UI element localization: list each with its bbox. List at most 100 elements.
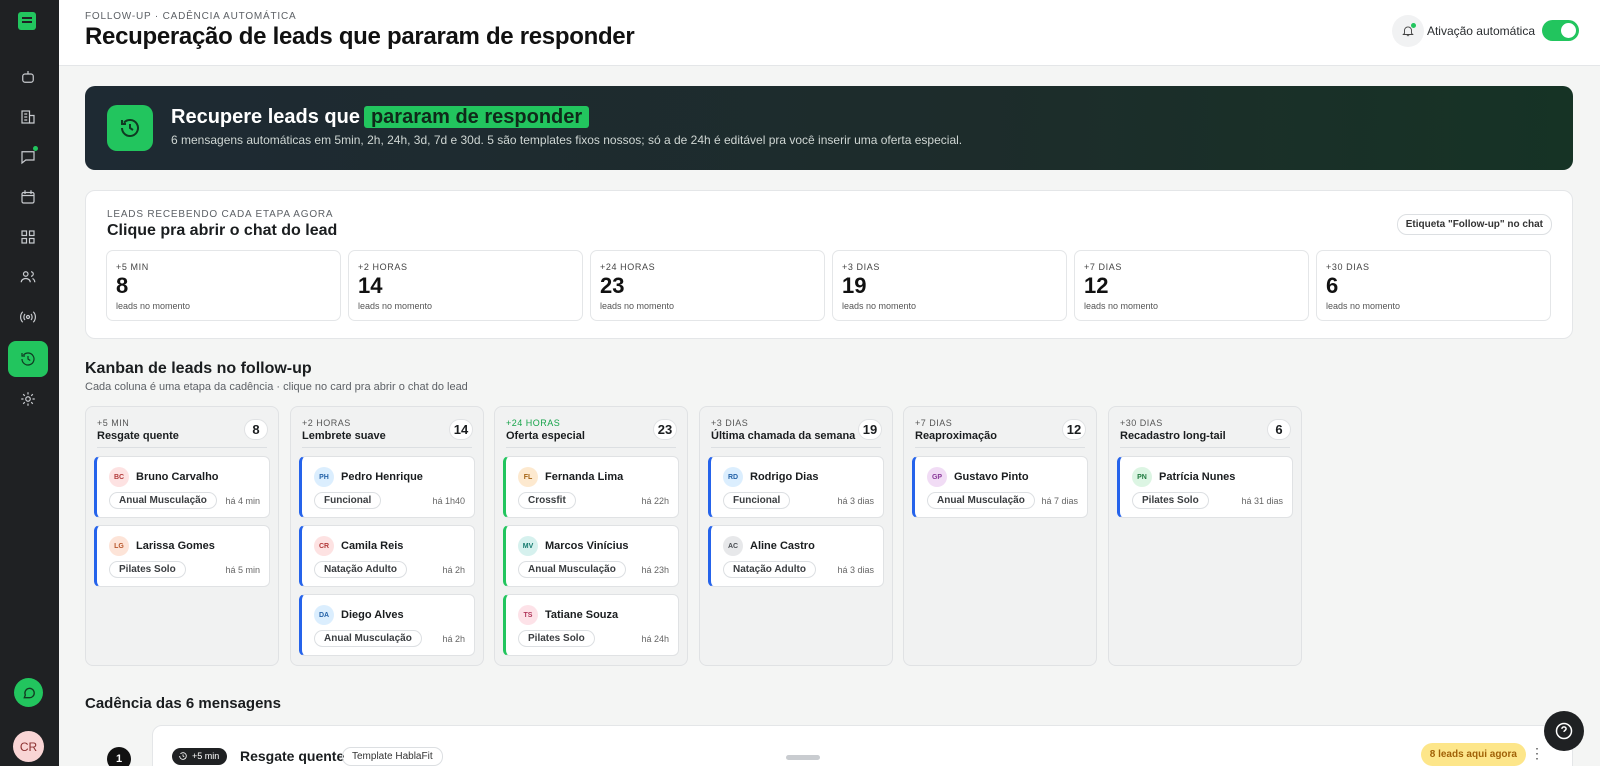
sidebar-item-bot[interactable]: [8, 59, 48, 95]
auto-activation-label: Ativação automática: [1426, 24, 1535, 38]
lead-card[interactable]: AC Aline Castro Natação Adulto há 3 dias: [708, 525, 884, 587]
lead-card[interactable]: GP Gustavo Pinto Anual Musculação há 7 dias: [912, 456, 1088, 518]
lead-time: há 2h: [442, 634, 465, 644]
stat-value: 19: [842, 273, 867, 298]
stage-stat[interactable]: +7 DIAS 12 leads no momento: [1074, 250, 1309, 321]
lead-avatar: PN: [1132, 467, 1152, 487]
lead-avatar: PH: [314, 467, 334, 487]
column-delay: +24 HORAS: [506, 418, 561, 428]
sidebar-item-grid[interactable]: [8, 219, 48, 255]
lead-plan-badge: Pilates Solo: [109, 561, 186, 578]
lead-card[interactable]: DA Diego Alves Anual Musculação há 2h: [299, 594, 475, 656]
lead-name: Aline Castro: [750, 540, 815, 552]
stat-caption: leads no momento: [1084, 301, 1159, 311]
sidebar-item-building[interactable]: [8, 99, 48, 135]
lead-avatar: TS: [518, 605, 538, 625]
lead-card[interactable]: MV Marcos Vinícius Anual Musculação há 23h: [503, 525, 679, 587]
stat-caption: leads no momento: [1326, 301, 1401, 311]
step-delay-label: +5 min: [192, 751, 220, 761]
column-delay: +30 DIAS: [1120, 418, 1163, 428]
more-options-icon[interactable]: ⋮: [1530, 745, 1544, 762]
lead-card[interactable]: BC Bruno Carvalho Anual Musculação há 4 min: [94, 456, 270, 518]
help-icon: [1555, 722, 1573, 740]
sidebar-item-users[interactable]: [8, 259, 48, 295]
cadence-title: Cadência das 6 mensagens: [85, 695, 281, 712]
lead-avatar: MV: [518, 536, 538, 556]
stat-label: +30 DIAS: [1326, 262, 1370, 272]
lead-plan-badge: Anual Musculação: [314, 630, 422, 647]
sidebar-item-broadcast[interactable]: [8, 299, 48, 335]
bot-icon: [22, 71, 34, 83]
follow-up-tag-chip[interactable]: Etiqueta "Follow-up" no chat: [1396, 214, 1552, 235]
column-divider: [915, 447, 1085, 448]
history-icon: [21, 352, 35, 366]
users-icon: [20, 271, 36, 283]
stat-label: +3 DIAS: [842, 262, 880, 272]
column-delay: +5 MIN: [97, 418, 130, 428]
lead-plan-badge: Anual Musculação: [518, 561, 626, 578]
lead-avatar: RD: [723, 467, 743, 487]
lead-plan-badge: Natação Adulto: [723, 561, 816, 578]
lead-card[interactable]: LG Larissa Gomes Pilates Solo há 5 min: [94, 525, 270, 587]
stat-value: 23: [600, 273, 625, 298]
user-avatar[interactable]: CR: [13, 731, 44, 762]
lead-name: Diego Alves: [341, 609, 404, 621]
column-count: 19: [858, 419, 882, 440]
stage-stat[interactable]: +5 MIN 8 leads no momento: [106, 250, 341, 321]
column-delay: +2 HORAS: [302, 418, 351, 428]
column-title: Última chamada da semana: [711, 430, 856, 442]
kanban-subtitle: Cada coluna é uma etapa da cadência · cl…: [85, 381, 468, 393]
kanban-column: +30 DIAS Recadastro long-tail 6 PN Patrícia …: [1108, 406, 1302, 666]
lead-card[interactable]: CR Camila Reis Natação Adulto há 2h: [299, 525, 475, 587]
step-number: 1: [107, 747, 131, 766]
history-icon: [179, 752, 187, 760]
stat-value: 14: [358, 273, 383, 298]
sidebar-item-settings[interactable]: [8, 381, 48, 417]
cadence-step-card[interactable]: +5 min Resgate quente Template HablaFit …: [152, 725, 1573, 766]
column-divider: [506, 447, 676, 448]
lead-avatar: LG: [109, 536, 129, 556]
stat-value: 12: [1084, 273, 1109, 298]
column-title: Lembrete suave: [302, 430, 386, 442]
stage-stat[interactable]: +24 HORAS 23 leads no momento: [590, 250, 825, 321]
lead-time: há 4 min: [225, 496, 260, 506]
lead-name: Larissa Gomes: [136, 540, 215, 552]
lead-plan-badge: Crossfit: [518, 492, 576, 509]
column-title: Oferta especial: [506, 430, 585, 442]
lead-card[interactable]: PN Patrícia Nunes Pilates Solo há 31 dias: [1117, 456, 1293, 518]
sidebar-item-chat[interactable]: [8, 139, 48, 175]
lead-plan-badge: Funcional: [723, 492, 791, 509]
leads-here-badge[interactable]: 8 leads aqui agora: [1420, 743, 1526, 766]
stage-stat[interactable]: +2 HORAS 14 leads no momento: [348, 250, 583, 321]
kanban-title: Kanban de leads no follow-up: [85, 360, 312, 377]
page-title: Recuperação de leads que pararam de resp…: [85, 23, 635, 50]
lead-card[interactable]: PH Pedro Henrique Funcional há 1h40: [299, 456, 475, 518]
lead-plan-badge: Funcional: [314, 492, 382, 509]
sidebar-item-follow-up[interactable]: [8, 341, 48, 377]
column-count: 12: [1062, 419, 1086, 440]
lead-card[interactable]: TS Tatiane Souza Pilates Solo há 24h: [503, 594, 679, 656]
logo-chat-icon[interactable]: [18, 12, 36, 30]
lead-card[interactable]: RD Rodrigo Dias Funcional há 3 dias: [708, 456, 884, 518]
lead-avatar: AC: [723, 536, 743, 556]
stage-stat[interactable]: +3 DIAS 19 leads no momento: [832, 250, 1067, 321]
notifications-button[interactable]: [1392, 15, 1424, 47]
column-count: 6: [1267, 419, 1291, 440]
lead-time: há 3 dias: [837, 565, 874, 575]
lead-name: Patrícia Nunes: [1159, 471, 1236, 483]
lead-card[interactable]: FL Fernanda Lima Crossfit há 22h: [503, 456, 679, 518]
history-icon: [107, 105, 153, 151]
column-count: 14: [449, 419, 473, 440]
sidebar-item-calendar[interactable]: [8, 179, 48, 215]
stage-stat[interactable]: +30 DIAS 6 leads no momento: [1316, 250, 1551, 321]
kanban-column: +3 DIAS Última chamada da semana 19 RD Rodri…: [699, 406, 893, 666]
auto-activation-toggle[interactable]: [1542, 20, 1579, 41]
help-button[interactable]: [1544, 711, 1584, 751]
lead-avatar: BC: [109, 467, 129, 487]
drag-handle[interactable]: [786, 755, 820, 760]
support-chat-button[interactable]: [14, 678, 43, 707]
banner-subtitle: 6 mensagens automáticas em 5min, 2h, 24h…: [171, 133, 963, 147]
unread-dot: [33, 146, 38, 151]
lead-name: Rodrigo Dias: [750, 471, 819, 483]
lead-plan-badge: Pilates Solo: [518, 630, 595, 647]
